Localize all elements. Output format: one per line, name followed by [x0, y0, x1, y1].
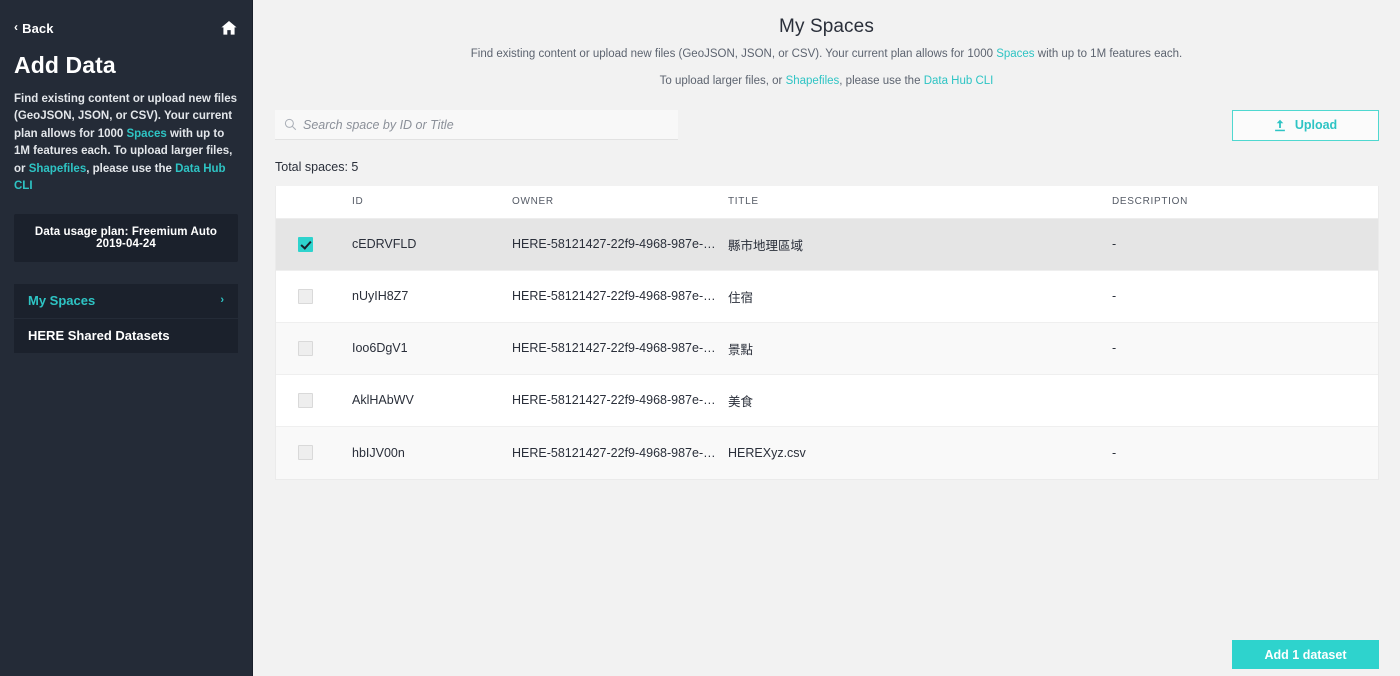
row-id: hbIJV00n [352, 445, 405, 460]
sidebar: ‹ Back Add Data Find existing content or… [0, 0, 253, 676]
sidebar-item-here-shared-datasets[interactable]: HERE Shared Datasets [14, 318, 238, 354]
add-dataset-button[interactable]: Add 1 dataset [1232, 640, 1379, 669]
table-row[interactable]: AklHAbWV HERE-58121427-22f9-4968-987e-a6… [276, 374, 1378, 427]
spaces-link[interactable]: Spaces [996, 48, 1034, 60]
row-checkbox[interactable] [298, 236, 313, 252]
upload-icon [1274, 119, 1286, 132]
column-header-id: ID [352, 196, 364, 207]
total-spaces-label: Total spaces: 5 [275, 159, 359, 174]
search-input[interactable] [275, 110, 678, 140]
row-checkbox-cell [276, 340, 346, 356]
column-header-owner: OWNER [512, 196, 554, 207]
row-description: - [1112, 341, 1117, 355]
shapefiles-link[interactable]: Shapefiles [29, 163, 87, 175]
row-description: - [1112, 237, 1117, 251]
row-checkbox[interactable] [298, 288, 313, 304]
header-subtitle-line2: To upload larger files, or Shapefiles, p… [253, 73, 1400, 90]
spaces-link[interactable]: Spaces [126, 128, 166, 140]
header-sub1-part2: with up to 1M features each. [1034, 48, 1183, 60]
data-hub-cli-link[interactable]: Data Hub CLI [924, 75, 994, 87]
row-id: AklHAbWV [352, 393, 414, 407]
row-checkbox[interactable] [298, 445, 313, 460]
search-container [275, 110, 678, 140]
row-title: 住宿 [728, 290, 754, 305]
main-title: My Spaces [779, 16, 874, 37]
row-id: cEDRVFLD [352, 237, 417, 251]
plan-label: Data usage plan: [34, 225, 132, 238]
main-content: My Spaces Find existing content or uploa… [253, 0, 1400, 676]
row-title: 縣市地理區域 [728, 238, 804, 253]
back-button[interactable]: ‹ Back [14, 21, 54, 36]
app-root: ‹ Back Add Data Find existing content or… [0, 0, 1400, 676]
sidebar-item-label: My Spaces [28, 293, 96, 309]
table-row[interactable]: hbIJV00n HERE-58121427-22f9-4968-987e-a6… [276, 426, 1378, 479]
upload-label: Upload [1294, 118, 1338, 132]
column-header-title: TITLE [728, 196, 759, 207]
chevron-right-icon: › [220, 294, 224, 307]
row-title: HEREXyz.csv [728, 445, 806, 460]
row-owner: HERE-58121427-22f9-4968-987e-a6b... [512, 237, 722, 251]
row-title: 美食 [728, 394, 754, 409]
home-icon[interactable] [220, 19, 238, 37]
row-id: Ioo6DgV1 [352, 341, 408, 355]
row-checkbox-cell [276, 236, 346, 252]
table-row[interactable]: cEDRVFLD HERE-58121427-22f9-4968-987e-a6… [276, 218, 1378, 271]
row-owner: HERE-58121427-22f9-4968-987e-a6b... [512, 341, 722, 355]
header-sub2-part1: To upload larger files, or [659, 75, 786, 88]
row-checkbox-cell [276, 288, 346, 304]
column-header-description: DESCRIPTION [1112, 196, 1189, 207]
header-sub1-part1: Find existing content or upload new file… [470, 48, 997, 60]
header-subtitle-line1: Find existing content or upload new file… [253, 46, 1400, 63]
row-owner: HERE-58121427-22f9-4968-987e-a6b... [512, 445, 722, 460]
row-description: - [1112, 445, 1117, 460]
row-description: - [1112, 289, 1117, 303]
main-header: My Spaces Find existing content or uploa… [253, 0, 1400, 91]
row-owner: HERE-58121427-22f9-4968-987e-a6b... [512, 289, 722, 303]
row-checkbox-cell [276, 445, 346, 460]
shapefiles-link[interactable]: Shapefiles [786, 75, 840, 87]
sidebar-item-my-spaces[interactable]: My Spaces › [14, 283, 238, 319]
row-id: nUyIH8Z7 [352, 289, 409, 303]
spaces-table: ID OWNER TITLE DESCRIPTION cEDRVFLD HERE… [275, 185, 1379, 480]
row-title: 景點 [728, 342, 754, 357]
page-title: Add Data [14, 52, 116, 78]
sidebar-desc-part3: , please use the [86, 162, 176, 175]
row-owner: HERE-58121427-22f9-4968-987e-a6b... [512, 393, 722, 407]
row-checkbox[interactable] [298, 340, 313, 356]
table-header-row: ID OWNER TITLE DESCRIPTION [276, 185, 1378, 219]
table-row[interactable]: Ioo6DgV1 HERE-58121427-22f9-4968-987e-a6… [276, 322, 1378, 375]
table-row[interactable]: nUyIH8Z7 HERE-58121427-22f9-4968-987e-a6… [276, 270, 1378, 323]
data-usage-plan-box: Data usage plan: Freemium Auto 2019-04-2… [14, 213, 238, 262]
row-checkbox[interactable] [298, 392, 313, 408]
sidebar-item-label: HERE Shared Datasets [28, 328, 170, 344]
sidebar-header: ‹ Back [14, 0, 238, 48]
upload-button[interactable]: Upload [1232, 109, 1379, 141]
row-checkbox-cell [276, 392, 346, 408]
toolbar: Upload [253, 91, 1400, 141]
back-label: Back [22, 20, 54, 36]
sidebar-description: Find existing content or upload new file… [14, 91, 238, 196]
chevron-left-icon: ‹ [14, 20, 19, 34]
header-sub2-part2: , please use the [839, 75, 924, 88]
